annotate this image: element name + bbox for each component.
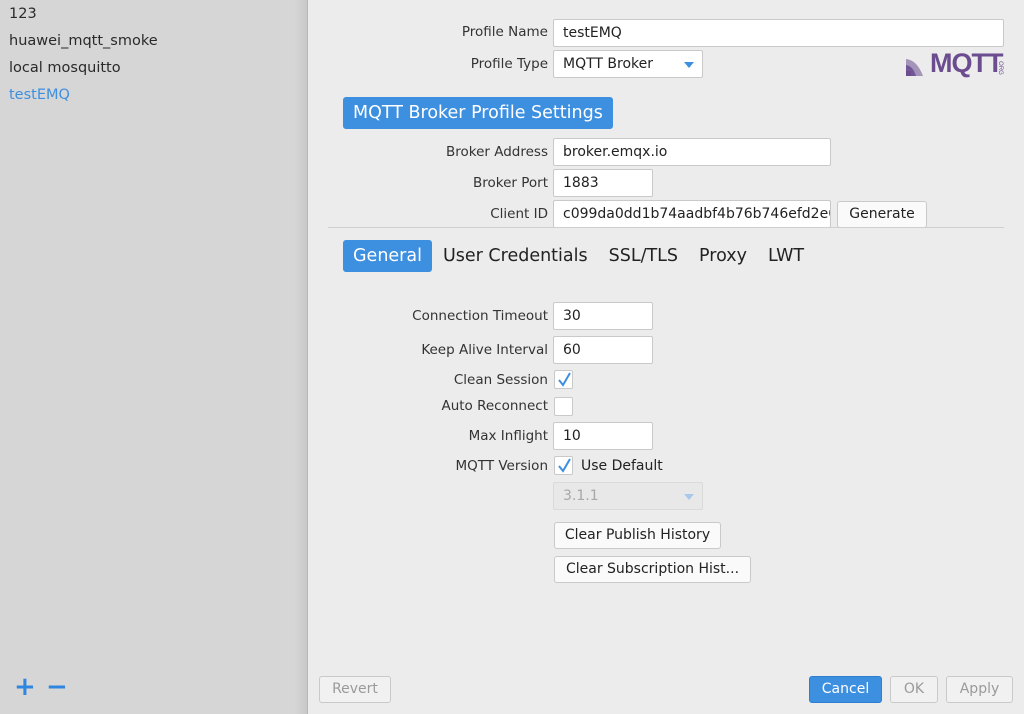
profile-sidebar: 123 huawei_mqtt_smoke local mosquitto te… <box>0 0 308 714</box>
chevron-down-icon <box>684 494 694 500</box>
ok-button[interactable]: OK <box>890 676 938 703</box>
settings-tabs: General User Credentials SSL/TLS Proxy L… <box>343 240 815 272</box>
apply-button[interactable]: Apply <box>946 676 1013 703</box>
remove-profile-button[interactable]: − <box>46 674 68 700</box>
profile-item-local-mosquitto[interactable]: local mosquitto <box>0 55 307 82</box>
mqtt-version-label: MQTT Version <box>455 458 548 474</box>
tab-proxy[interactable]: Proxy <box>689 240 757 272</box>
connection-timeout-input[interactable]: 30 <box>553 302 653 330</box>
keep-alive-input[interactable]: 60 <box>553 336 653 364</box>
add-profile-button[interactable]: + <box>14 674 36 700</box>
client-id-input[interactable]: c099da0dd1b74aadbf4b76b746efd2e6 <box>553 200 831 228</box>
use-default-label: Use Default <box>581 458 663 474</box>
keep-alive-label: Keep Alive Interval <box>421 342 548 358</box>
profile-name-input[interactable]: testEMQ <box>553 19 1004 47</box>
mqtt-version-value: 3.1.1 <box>563 488 599 504</box>
cancel-button[interactable]: Cancel <box>809 676 882 703</box>
generate-client-id-button[interactable]: Generate <box>837 201 927 228</box>
section-divider <box>328 227 1004 228</box>
broker-address-input[interactable]: broker.emqx.io <box>553 138 831 166</box>
revert-button[interactable]: Revert <box>319 676 391 703</box>
profile-item-testemq[interactable]: testEMQ <box>0 82 307 109</box>
mqtt-version-select[interactable]: 3.1.1 <box>553 482 703 510</box>
clean-session-label: Clean Session <box>453 372 548 388</box>
checkmark-icon <box>558 458 571 473</box>
profile-list: 123 huawei_mqtt_smoke local mosquitto te… <box>0 0 307 109</box>
profile-type-select[interactable]: MQTT Broker <box>553 50 703 78</box>
mqtt-logo: MQTT ORG <box>905 48 1005 78</box>
connection-timeout-label: Connection Timeout <box>412 308 548 324</box>
profile-item-123[interactable]: 123 <box>0 1 307 28</box>
clear-publish-history-button[interactable]: Clear Publish History <box>554 522 721 549</box>
mqtt-logo-text: MQTT <box>930 48 1003 78</box>
clean-session-checkbox[interactable] <box>554 370 573 389</box>
client-id-label: Client ID <box>490 206 548 222</box>
broker-port-input[interactable]: 1883 <box>553 169 653 197</box>
clear-subscription-history-button[interactable]: Clear Subscription Hist... <box>554 556 751 583</box>
tab-user-credentials[interactable]: User Credentials <box>433 240 598 272</box>
max-inflight-input[interactable]: 10 <box>553 422 653 450</box>
max-inflight-label: Max Inflight <box>468 428 548 444</box>
profile-type-label: Profile Type <box>470 56 548 72</box>
sidebar-actions: + − <box>14 674 68 700</box>
chevron-down-icon <box>684 62 694 68</box>
broker-address-label: Broker Address <box>445 144 548 160</box>
tab-general[interactable]: General <box>343 240 432 272</box>
profile-name-label: Profile Name <box>461 24 548 40</box>
profile-type-value: MQTT Broker <box>563 56 654 72</box>
use-default-checkbox[interactable] <box>554 456 573 475</box>
tab-ssl-tls[interactable]: SSL/TLS <box>599 240 688 272</box>
auto-reconnect-label: Auto Reconnect <box>441 398 548 414</box>
profile-item-huawei-mqtt-smoke[interactable]: huawei_mqtt_smoke <box>0 28 307 55</box>
profile-settings-panel: Profile Name testEMQ Profile Type MQTT B… <box>309 0 1024 714</box>
checkmark-icon <box>558 372 571 387</box>
tab-lwt[interactable]: LWT <box>758 240 814 272</box>
broker-port-label: Broker Port <box>472 175 548 191</box>
broker-settings-header: MQTT Broker Profile Settings <box>343 97 613 129</box>
mqtt-logo-org: ORG <box>996 61 1003 75</box>
auto-reconnect-checkbox[interactable] <box>554 397 573 416</box>
